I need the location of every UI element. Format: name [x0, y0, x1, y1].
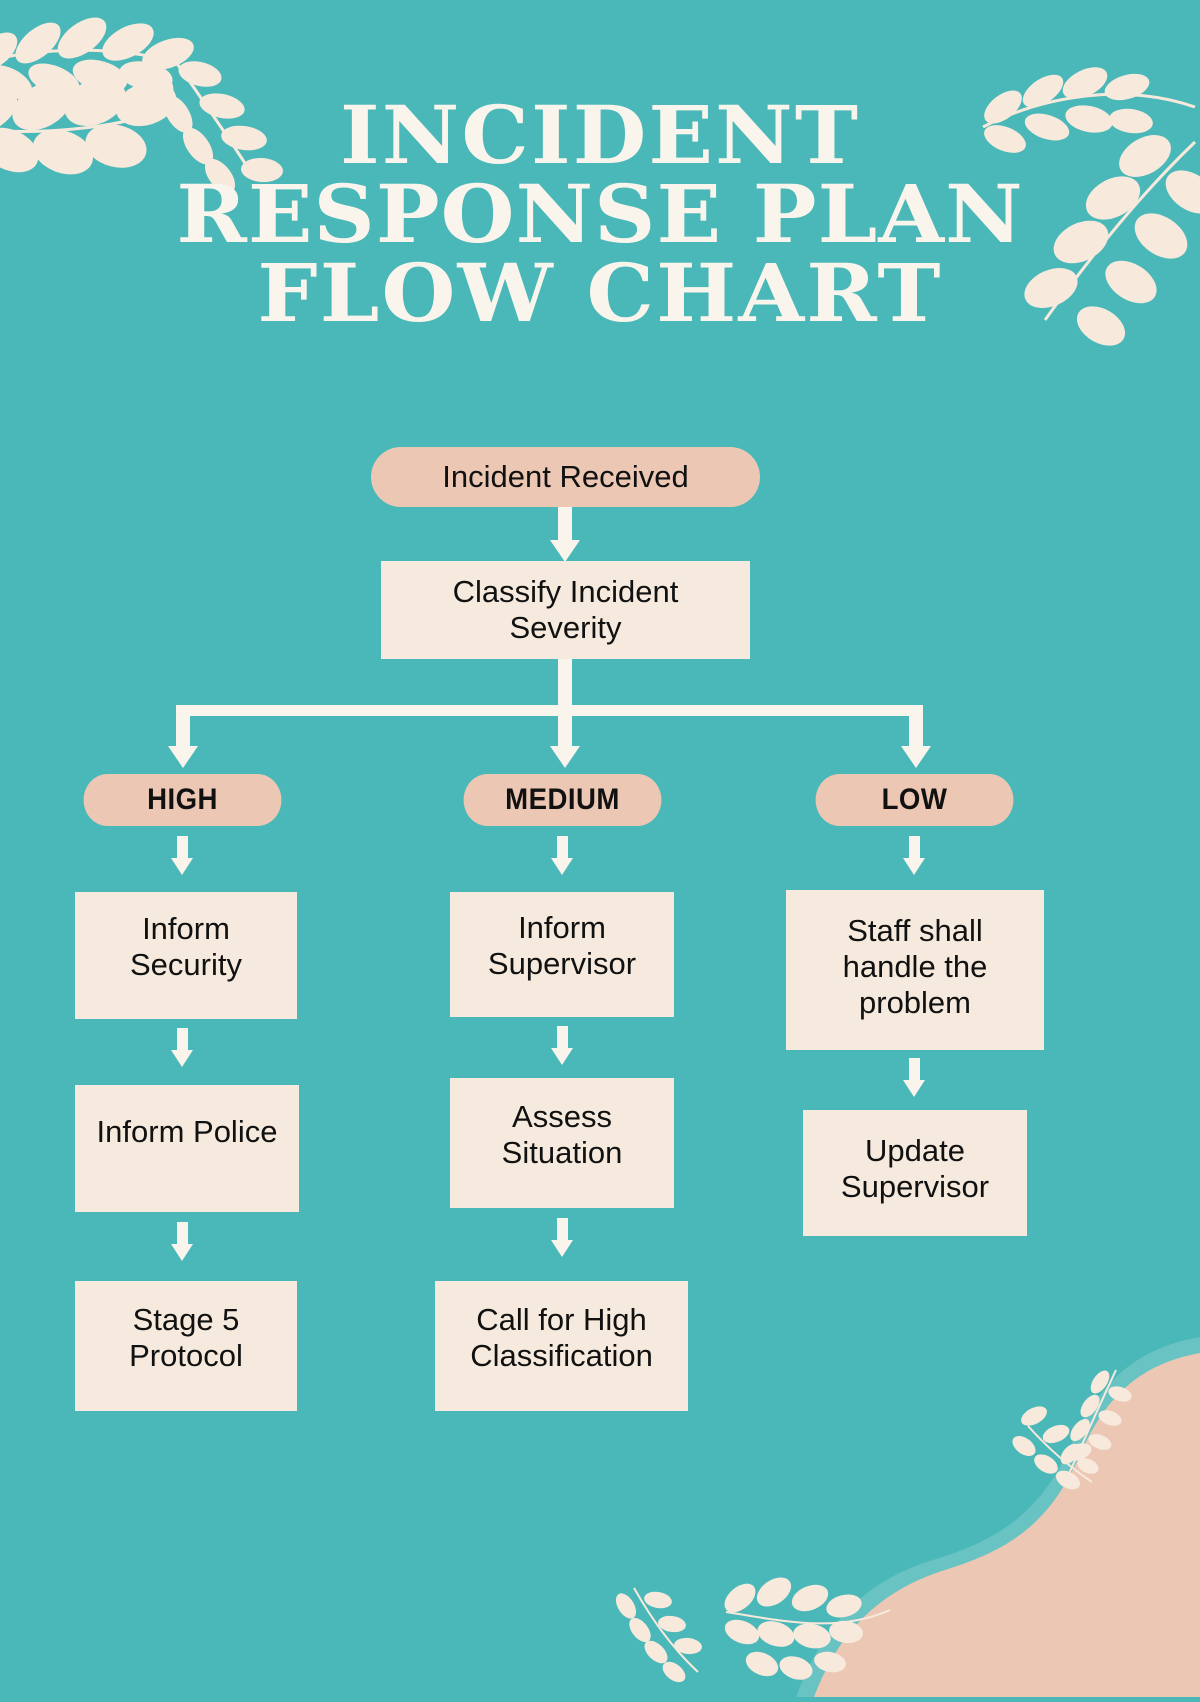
node-label-line1: Call for High — [476, 1302, 647, 1338]
node-severity-high[interactable]: HIGH — [83, 774, 282, 826]
connector-to-low — [909, 705, 923, 750]
node-label: Incident Received — [442, 459, 689, 495]
arrowhead-assess-to-call-high — [551, 1240, 573, 1257]
node-label: HIGH — [147, 782, 218, 816]
node-severity-low[interactable]: LOW — [815, 774, 1014, 826]
node-update-supervisor[interactable]: Update Supervisor — [803, 1110, 1027, 1236]
node-inform-police[interactable]: Inform Police — [75, 1085, 299, 1212]
node-label-line2: Protocol — [129, 1338, 243, 1373]
node-label-line2: Supervisor — [487, 945, 637, 981]
arrowhead-staff-to-update-supervisor — [903, 1080, 925, 1097]
arrowhead-high-to-inform-security — [171, 858, 193, 875]
node-staff-handle-problem[interactable]: Staff shall handle the problem — [786, 890, 1044, 1050]
arrowhead-police-to-stage5 — [171, 1244, 193, 1261]
node-label-line2: Severity — [509, 610, 622, 645]
node-label-line2: Supervisor — [840, 1169, 990, 1204]
node-call-high-classification[interactable]: Call for High Classification — [435, 1281, 688, 1411]
arrowhead-to-high — [168, 746, 198, 768]
node-label-line1: Inform — [142, 910, 230, 946]
arrowhead-low-to-staff-handle — [903, 858, 925, 875]
arrowhead-supervisor-to-assess — [551, 1048, 573, 1065]
node-label-line1: Staff shall — [847, 913, 983, 949]
node-inform-supervisor[interactable]: Inform Supervisor — [450, 892, 674, 1017]
connector-classify-stem — [558, 659, 572, 711]
node-label-line1: Update — [865, 1133, 965, 1169]
node-stage5-protocol[interactable]: Stage 5 Protocol — [75, 1281, 297, 1411]
node-classify-severity[interactable]: Classify Incident Severity — [381, 561, 750, 659]
arrowhead-to-medium — [550, 746, 580, 768]
connector-to-high — [176, 705, 190, 750]
connector-branch-bar — [176, 705, 923, 716]
node-label-line2: Classification — [470, 1338, 653, 1373]
node-label-line2: Security — [130, 946, 242, 982]
node-label-line3: problem — [859, 984, 971, 1020]
node-label-line1: Assess — [512, 1099, 612, 1135]
arrowhead-start-to-classify — [550, 540, 580, 562]
node-severity-medium[interactable]: MEDIUM — [463, 774, 662, 826]
node-label-line1: Classify Incident — [452, 574, 679, 610]
node-label-line2: Situation — [501, 1135, 623, 1170]
connector-to-medium — [558, 705, 572, 750]
node-label: MEDIUM — [505, 782, 620, 816]
node-label-line1: Inform — [518, 909, 606, 945]
node-label-line2: handle the — [842, 949, 988, 985]
node-label-line1: Stage 5 — [132, 1302, 240, 1338]
node-incident-received[interactable]: Incident Received — [371, 447, 760, 507]
node-label: LOW — [881, 782, 948, 816]
node-inform-security[interactable]: Inform Security — [75, 892, 297, 1019]
arrowhead-medium-to-inform-supervisor — [551, 858, 573, 875]
flowchart: Incident Received Classify Incident Seve… — [0, 0, 1200, 1697]
arrowhead-to-low — [901, 746, 931, 768]
node-assess-situation[interactable]: Assess Situation — [450, 1078, 674, 1208]
poster-canvas: INCIDENT RESPONSE PLAN FLOW CHART Incide… — [0, 0, 1200, 1697]
arrowhead-security-to-police — [171, 1050, 193, 1067]
connector-start-to-classify — [558, 507, 572, 544]
node-label: Inform Police — [96, 1113, 278, 1149]
